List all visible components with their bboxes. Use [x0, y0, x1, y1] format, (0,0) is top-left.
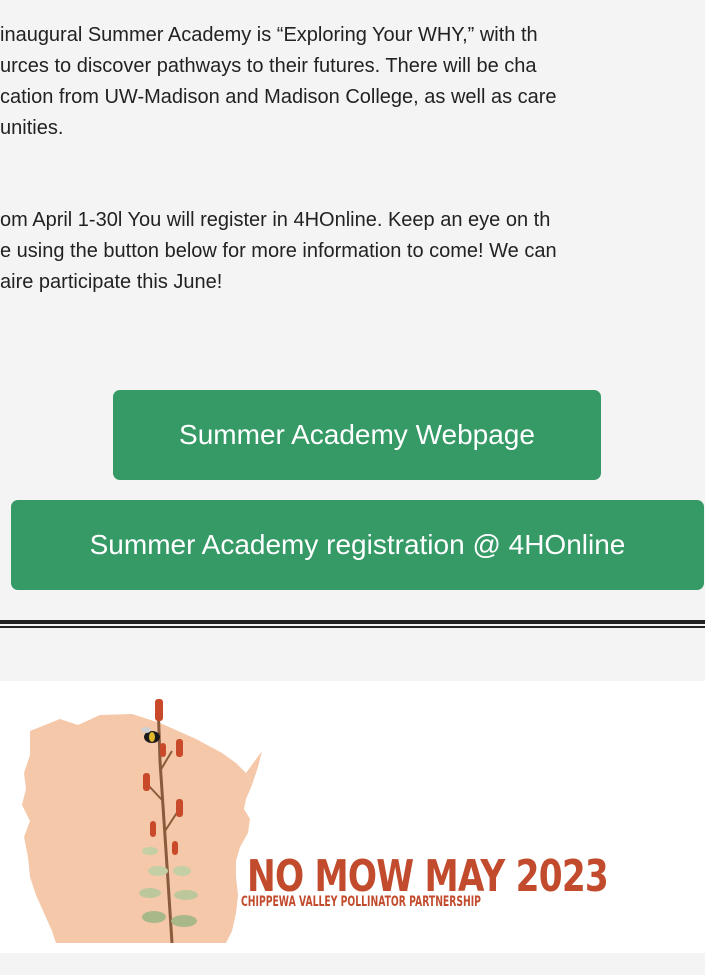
intro-paragraph: inaugural Summer Academy is “Exploring Y… [0, 20, 705, 144]
intro-line: unities. [0, 117, 64, 139]
banner-art [22, 699, 262, 944]
section-divider [0, 626, 705, 628]
summer-academy-webpage-button[interactable]: Summer Academy Webpage [113, 390, 601, 480]
registration-line: e using the button below for more inform… [0, 240, 557, 262]
registration-button-label: Summer Academy registration @ 4HOnline [89, 529, 626, 560]
intro-line: cation from UW-Madison and Madison Colle… [0, 86, 557, 108]
registration-paragraph: om April 1-30l You will register in 4HOn… [0, 205, 705, 298]
webpage-button-label: Summer Academy Webpage [179, 419, 535, 450]
intro-line: urces to discover pathways to their futu… [0, 55, 537, 77]
banner-subtitle: CHIPPEWA VALLEY POLLINATOR PARTNERSHIP [241, 894, 481, 910]
wisconsin-map-icon [22, 714, 252, 943]
registration-line: aire participate this June! [0, 271, 223, 293]
intro-line: inaugural Summer Academy is “Exploring Y… [0, 24, 538, 46]
no-mow-may-banner: NO MOW MAY 2023 CHIPPEWA VALLEY POLLINAT… [0, 681, 705, 953]
registration-line: om April 1-30l You will register in 4HOn… [0, 209, 551, 231]
summer-academy-registration-button[interactable]: Summer Academy registration @ 4HOnline [11, 500, 704, 590]
section-divider [0, 620, 705, 624]
